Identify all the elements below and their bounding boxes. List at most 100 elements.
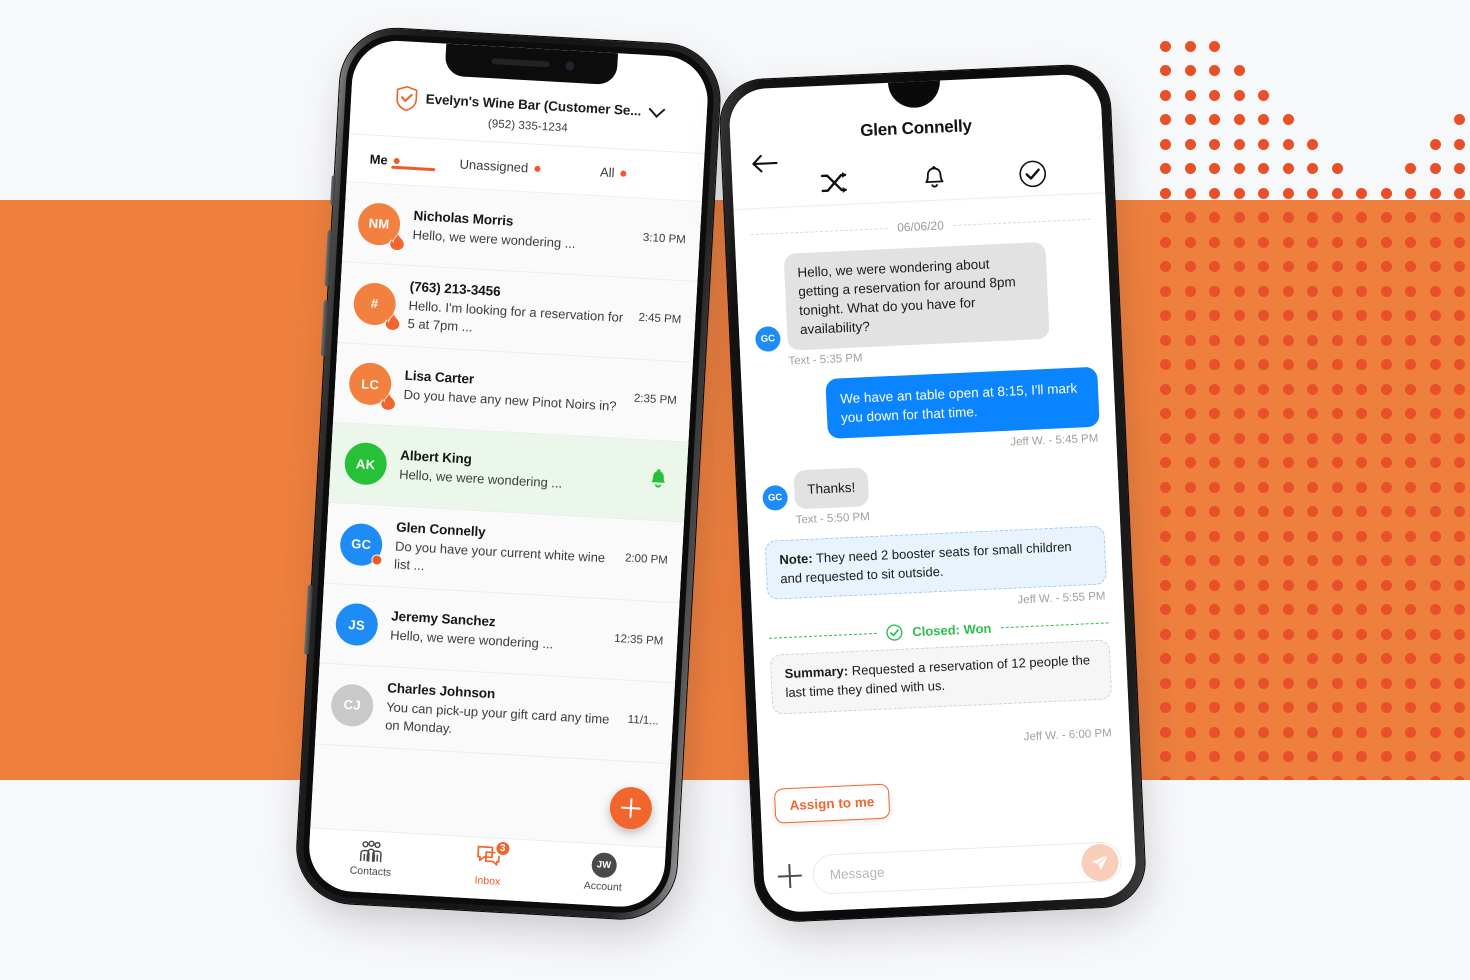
- decorative-dot: [1405, 628, 1416, 640]
- decorative-dot: [1160, 432, 1171, 444]
- tab-me[interactable]: Me: [369, 151, 436, 172]
- check-circle-icon: [886, 624, 903, 641]
- decorative-dot: [1331, 285, 1343, 297]
- decorative-dot: [1356, 310, 1367, 321]
- decorative-dot: [1429, 138, 1441, 150]
- timestamp: 12:35 PM: [613, 632, 664, 648]
- nav-contacts[interactable]: Contacts: [349, 840, 392, 879]
- decorative-dot: [1160, 285, 1171, 297]
- decorative-dot: [1380, 604, 1392, 615]
- front-camera: [565, 61, 575, 71]
- tab-me-label: Me: [369, 151, 389, 168]
- decorative-dot: [1160, 114, 1171, 125]
- nav-inbox[interactable]: 3 Inbox: [474, 839, 512, 887]
- conversation-list[interactable]: NM Nicholas Morris Hello, we were wonderi…: [310, 182, 702, 848]
- decorative-dot: [1454, 163, 1465, 174]
- bell-icon[interactable]: [648, 468, 669, 492]
- decorative-dot: [1331, 432, 1343, 444]
- decorative-dot: [1258, 114, 1269, 125]
- decorative-dot: [1331, 408, 1343, 419]
- decorative-dot: [1282, 114, 1294, 125]
- send-button[interactable]: [1080, 843, 1120, 882]
- decorative-dot: [1282, 261, 1294, 272]
- chevron-down-icon[interactable]: [648, 101, 666, 118]
- conversation-summary[interactable]: Summary: Requested a reservation of 12 p…: [769, 639, 1113, 715]
- decorative-dot: [1356, 775, 1367, 780]
- decorative-dot: [1160, 236, 1171, 248]
- decorative-dot: [1209, 530, 1220, 542]
- timestamp: 3:10 PM: [642, 231, 687, 247]
- decorative-dot: [1233, 138, 1245, 150]
- decorative-dot: [1331, 261, 1343, 272]
- bell-icon[interactable]: [921, 165, 946, 192]
- decorative-dot: [1454, 775, 1465, 780]
- message-bubble[interactable]: We have an table open at 8:15, I'll mark…: [825, 366, 1100, 439]
- divider-line: [768, 632, 878, 639]
- right-phone-screen: Glen Connelly 06/06/20 GC Hello, we were…: [728, 73, 1138, 914]
- divider-line: [750, 227, 888, 235]
- decorative-dot: [1282, 138, 1294, 150]
- decorative-dot: [1282, 653, 1294, 664]
- decorative-dot: [1405, 359, 1416, 370]
- decorative-dot: [1282, 506, 1294, 517]
- decorative-dot: [1160, 89, 1171, 101]
- decorative-dot: [1160, 702, 1171, 713]
- decorative-dot: [1160, 261, 1171, 272]
- nav-account[interactable]: JW Account: [583, 851, 623, 893]
- decorative-dot: [1356, 261, 1367, 272]
- decorative-dot: [1258, 579, 1269, 591]
- decorative-dot: [1184, 383, 1196, 395]
- earpiece-speaker: [491, 58, 550, 68]
- conversation-body: Charles Johnson You can pick-up your gift…: [385, 680, 622, 747]
- internal-note[interactable]: Note: They need 2 booster seats for smal…: [764, 525, 1107, 600]
- message-bubble[interactable]: Hello, we were wondering about getting a…: [783, 241, 1050, 351]
- decorative-dot: [1233, 555, 1245, 566]
- message-input[interactable]: Message: [811, 841, 1123, 896]
- decorative-dot: [1307, 408, 1318, 419]
- decorative-dot: [1356, 408, 1367, 419]
- plus-icon[interactable]: [777, 864, 802, 889]
- decorative-dot: [1429, 751, 1441, 762]
- decorative-dot: [1233, 726, 1245, 738]
- decorative-dot: [1258, 555, 1269, 566]
- decorative-dot: [1233, 236, 1245, 248]
- decorative-dot: [1209, 334, 1220, 346]
- decorative-dot: [1258, 726, 1269, 738]
- decorative-dot: [1258, 457, 1269, 468]
- decorative-dot: [1209, 138, 1220, 150]
- decorative-dot: [1429, 702, 1441, 713]
- decorative-dot: [1356, 359, 1367, 370]
- decorative-dot: [1184, 236, 1196, 248]
- decorative-dot: [1429, 285, 1441, 297]
- assign-to-me-button[interactable]: Assign to me: [773, 783, 891, 824]
- decorative-dot: [1380, 310, 1392, 321]
- decorative-dot: [1331, 751, 1343, 762]
- decorative-dot: [1331, 163, 1343, 174]
- decorative-dot: [1282, 604, 1294, 615]
- decorative-dot: [1405, 334, 1416, 346]
- decorative-dot: [1380, 383, 1392, 395]
- decorative-dot: [1405, 310, 1416, 321]
- decorative-dot: [1233, 359, 1245, 370]
- decorative-dot: [1282, 432, 1294, 444]
- business-name[interactable]: Evelyn's Wine Bar (Customer Se...: [425, 92, 641, 119]
- decorative-dot: [1233, 89, 1245, 101]
- decorative-dot: [1405, 506, 1416, 517]
- decorative-dot: [1160, 481, 1171, 493]
- decorative-dot: [1307, 555, 1318, 566]
- tab-unassigned[interactable]: Unassigned: [459, 157, 541, 176]
- decorative-dot: [1209, 579, 1220, 591]
- decorative-dot: [1380, 212, 1392, 223]
- decorative-dot: [1405, 432, 1416, 444]
- shuffle-icon[interactable]: [819, 170, 850, 195]
- message-bubble[interactable]: Thanks!: [793, 467, 870, 510]
- decorative-dot: [1429, 187, 1441, 199]
- decorative-dot: [1454, 212, 1465, 223]
- decorative-dot: [1356, 212, 1367, 223]
- decorative-dot: [1184, 530, 1196, 542]
- decorative-dot: [1209, 726, 1220, 738]
- decorative-dot: [1258, 359, 1269, 370]
- decorative-dot: [1405, 726, 1416, 738]
- check-circle-icon[interactable]: [1017, 159, 1047, 189]
- tab-all[interactable]: All: [600, 164, 627, 180]
